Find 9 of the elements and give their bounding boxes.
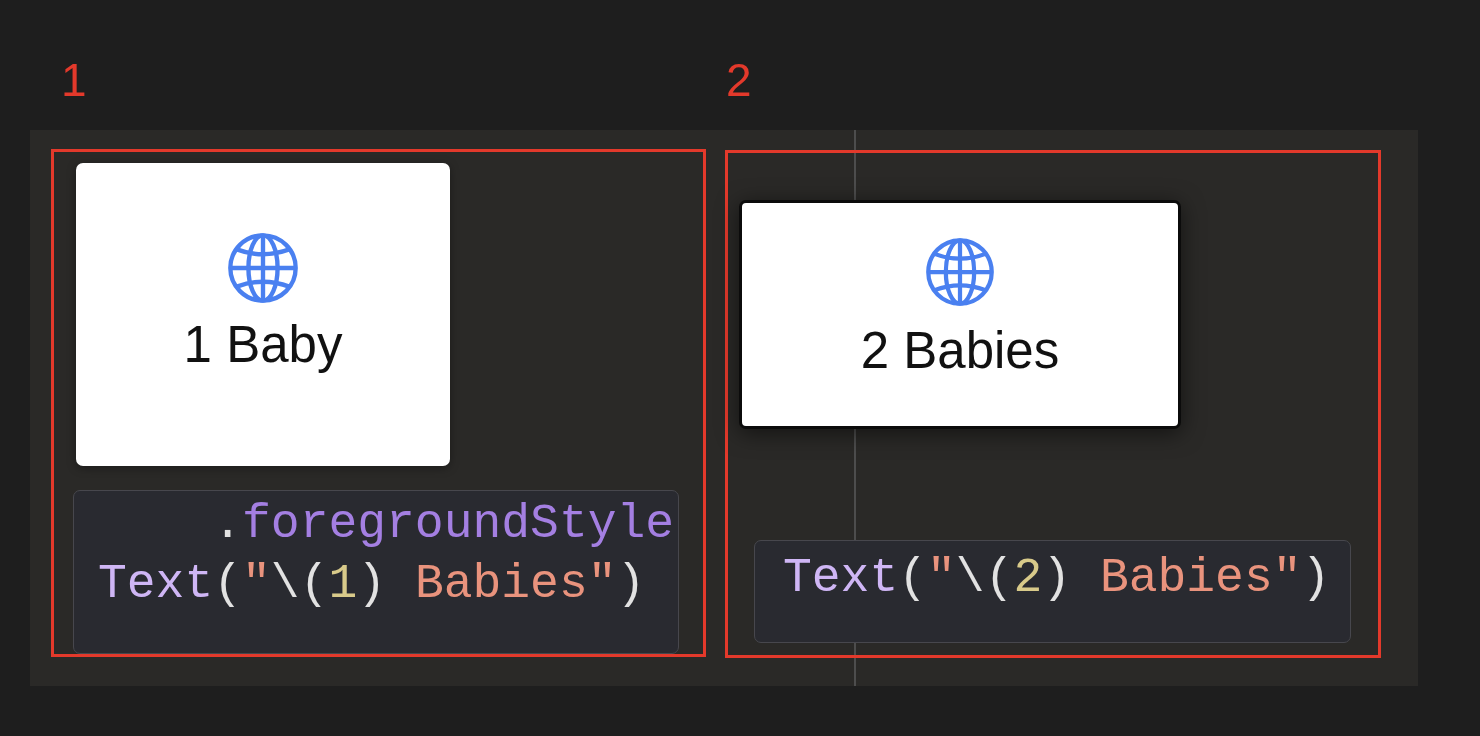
panel-number: 1 bbox=[61, 54, 87, 106]
preview-label: 2 Babies bbox=[860, 322, 1060, 380]
globe-icon bbox=[228, 233, 298, 303]
preview-label: 1 Baby bbox=[183, 316, 343, 374]
code-line: Text("\(1) Babies") bbox=[98, 556, 647, 613]
globe-icon bbox=[926, 238, 994, 306]
code-line: Text("\(2) Babies") bbox=[783, 550, 1332, 607]
panel-number: 2 bbox=[726, 54, 752, 106]
code-line: .foregroundStyle bbox=[212, 496, 676, 553]
